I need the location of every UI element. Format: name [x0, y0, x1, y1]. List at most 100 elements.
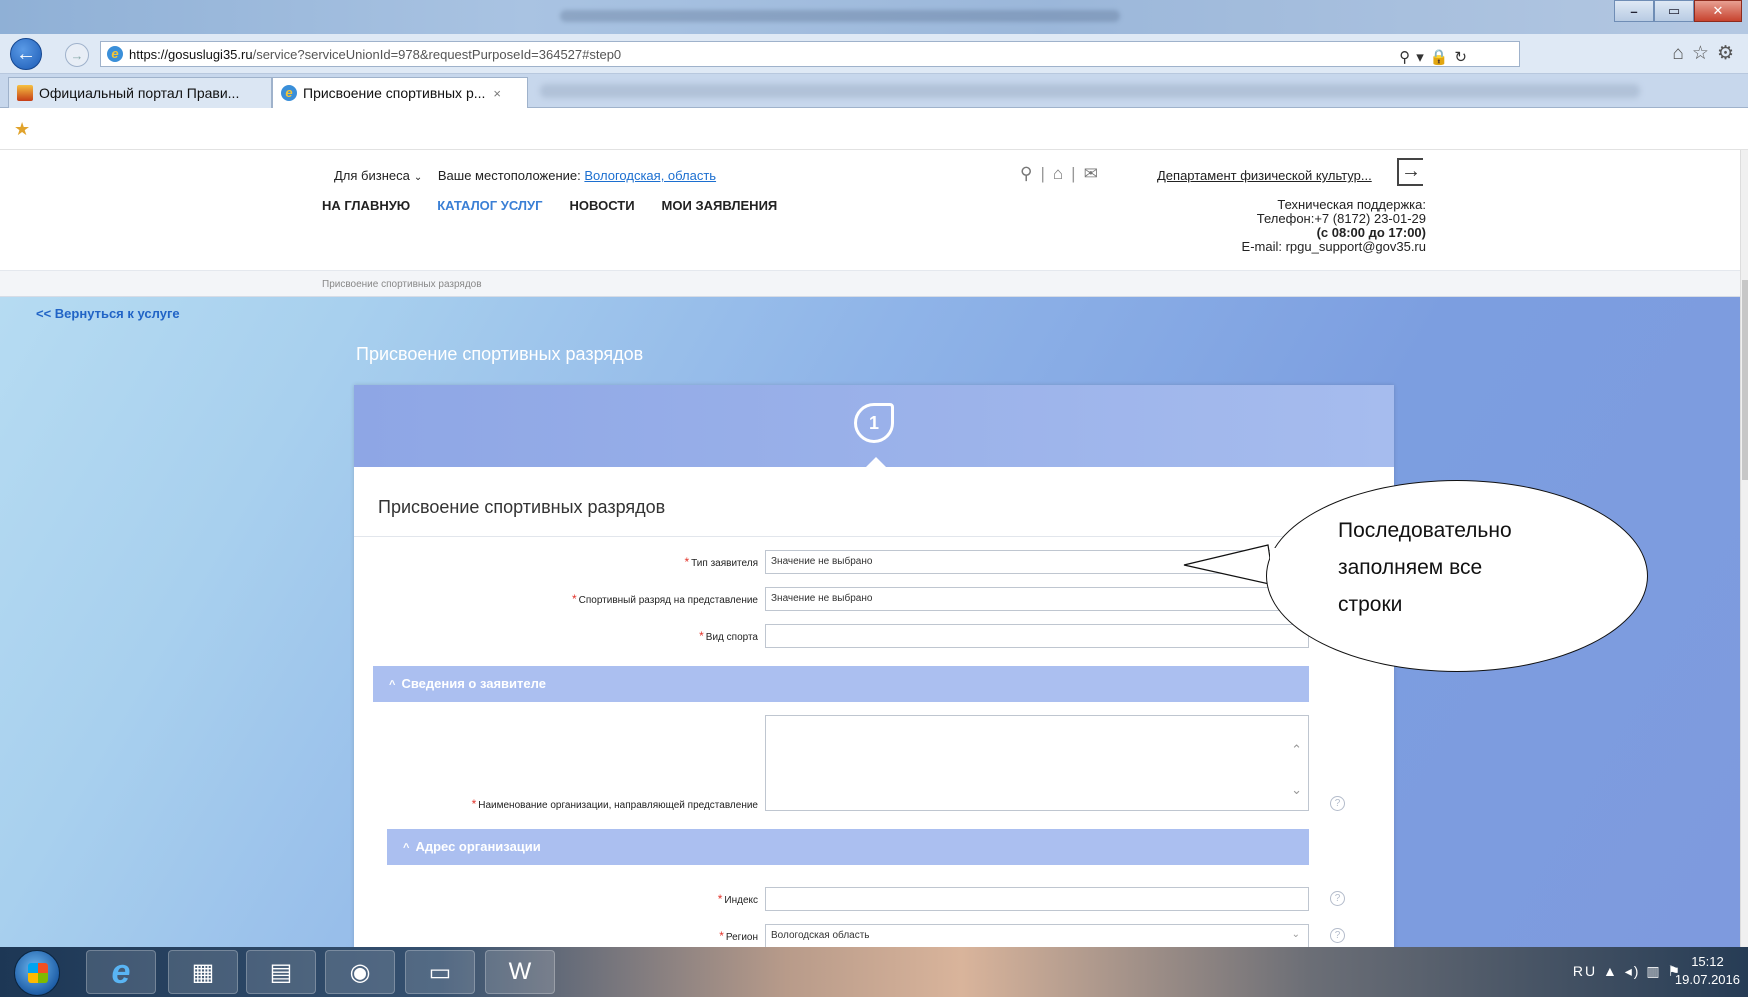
clock-date: 19.07.2016	[1674, 972, 1740, 987]
org-name-label: * Наименование организации, направляющей …	[471, 797, 758, 811]
tab-bar: Официальный портал Прави... e Присвоение…	[0, 74, 1748, 108]
breadcrumb-item[interactable]: Присвоение спортивных разрядов	[322, 279, 482, 290]
window-controls: – ▭ ✕	[1614, 0, 1742, 22]
help-icon[interactable]: ?	[1330, 796, 1345, 811]
support-info: Техническая поддержка: Телефон:+7 (8172)…	[1150, 198, 1426, 254]
file-explorer-icon[interactable]: ▭	[405, 950, 475, 994]
internet-explorer-icon[interactable]: e	[86, 950, 156, 994]
blurred-toolbar-area	[540, 84, 1640, 98]
section-applicant-info[interactable]: ^ Сведения о заявителе	[373, 666, 1309, 702]
chevron-up-icon: ^	[403, 842, 410, 854]
required-mark: *	[684, 555, 690, 569]
required-mark: *	[471, 797, 477, 811]
region-select[interactable]: Вологодская область ⌄	[765, 924, 1309, 947]
tab-label: Присвоение спортивных р...	[303, 85, 486, 101]
sport-kind-input[interactable]	[765, 624, 1309, 648]
logout-icon[interactable]: →	[1397, 158, 1423, 186]
home-icon[interactable]: ⌂	[1053, 164, 1063, 183]
sport-rank-label: * Спортивный разряд на представление	[571, 592, 758, 606]
add-favorite-icon[interactable]: ★	[14, 119, 30, 140]
taskbar: e ▦ ▤ ◉ ▭ W RU ▲ ◂) ▥ ⚑ 15:12 19.07.2016	[0, 947, 1748, 997]
control-panel-icon[interactable]: ▦	[168, 950, 238, 994]
location-link[interactable]: Вологодская, область	[584, 168, 716, 183]
help-icon[interactable]: ?	[1330, 928, 1345, 943]
favorites-star-icon[interactable]: ☆	[1692, 43, 1717, 64]
scrollbar-thumb[interactable]	[1742, 280, 1748, 480]
close-window-button[interactable]: ✕	[1694, 0, 1742, 22]
word-icon[interactable]: W	[485, 950, 555, 994]
url-text: https://gosuslugi35.ru/service?serviceUn…	[129, 47, 622, 62]
navigation-bar: ← → e https://gosuslugi35.ru/service?ser…	[0, 34, 1748, 74]
coat-of-arms-icon	[17, 85, 33, 101]
department-link[interactable]: Департамент физической культур...	[1157, 168, 1372, 183]
applicant-type-select[interactable]: Значение не выбрано	[765, 550, 1309, 574]
step-pointer	[866, 457, 886, 467]
required-mark: *	[699, 629, 704, 643]
callout-line: Последовательно	[1338, 519, 1512, 542]
header-icons: ⚲ | ⌂ | ✉	[1020, 164, 1098, 183]
mail-icon[interactable]: ✉	[1084, 164, 1098, 183]
window-app-icon[interactable]: ▤	[246, 950, 316, 994]
chevron-down-icon: ⌄	[1291, 929, 1300, 940]
network-icon[interactable]: ▥	[1646, 963, 1661, 979]
location-label: Ваше местоположение:	[437, 168, 581, 183]
top-links: Для бизнеса ⌄ Ваше местоположение: Волого…	[334, 168, 716, 183]
textarea-scroll-arrows[interactable]: ⌃ ⌄	[1291, 730, 1302, 810]
tray-expand-icon[interactable]: ▲	[1603, 963, 1619, 979]
minimize-button[interactable]: –	[1614, 0, 1654, 22]
business-link[interactable]: Для бизнеса	[334, 168, 410, 183]
tab-sport-ranks[interactable]: e Присвоение спортивных р... ×	[272, 77, 528, 108]
address-tools[interactable]: ⚲▾🔒↻	[1399, 48, 1473, 66]
callout-line: строки	[1338, 593, 1403, 616]
volume-icon[interactable]: ◂)	[1625, 963, 1641, 979]
home-icon[interactable]: ⌂	[1672, 43, 1691, 64]
support-title: Техническая поддержка:	[1277, 197, 1426, 212]
menu-my-applications[interactable]: МОИ ЗАЯВЛЕНИЯ	[662, 198, 778, 213]
settings-gear-icon[interactable]: ⚙	[1717, 43, 1742, 64]
menu-news[interactable]: НОВОСТИ	[570, 198, 635, 213]
language-indicator[interactable]: RU	[1573, 963, 1597, 979]
form-card: 1 Присвоение спортивных разрядов * Тип за…	[354, 385, 1394, 947]
select-value: Вологодская область	[771, 930, 870, 941]
page-title: Присвоение спортивных разрядов	[356, 344, 644, 364]
start-button[interactable]	[14, 950, 60, 996]
back-to-service-link[interactable]: << Вернуться к услуге	[36, 306, 180, 321]
org-name-textarea[interactable]: ⌃ ⌄	[765, 715, 1309, 811]
divider	[354, 536, 1314, 537]
search-icon[interactable]: ⚲	[1020, 164, 1032, 183]
select-value: Значение не выбрано	[771, 556, 873, 567]
close-tab-icon[interactable]: ×	[493, 86, 501, 101]
region-label: * Регион	[719, 929, 758, 943]
firefox-icon[interactable]: ◉	[325, 950, 395, 994]
page-scrollbar[interactable]	[1740, 150, 1748, 947]
clock[interactable]: 15:12 19.07.2016	[1675, 953, 1740, 989]
support-hours: (с 08:00 до 17:00)	[1316, 225, 1426, 240]
sport-kind-label: * Вид спорта	[699, 629, 758, 643]
required-mark: *	[719, 929, 724, 943]
help-icon[interactable]: ?	[1330, 891, 1345, 906]
menu-home[interactable]: НА ГЛАВНУЮ	[322, 198, 410, 213]
back-button[interactable]: ←	[10, 38, 42, 70]
forward-button[interactable]: →	[65, 43, 89, 67]
required-mark: *	[717, 892, 723, 906]
blurred-window-title	[560, 10, 1120, 22]
applicant-type-label: * Тип заявителя	[684, 555, 758, 569]
window-titlebar: – ▭ ✕	[0, 0, 1748, 34]
chevron-up-icon: ^	[389, 679, 396, 691]
site-header: Для бизнеса ⌄ Ваше местоположение: Волого…	[0, 150, 1740, 271]
form-title: Присвоение спортивных разрядов	[378, 497, 666, 517]
maximize-button[interactable]: ▭	[1654, 0, 1694, 22]
address-bar[interactable]: e https://gosuslugi35.ru/service?service…	[100, 41, 1520, 67]
menu-catalog[interactable]: КАТАЛОГ УСЛУГ	[437, 198, 542, 213]
breadcrumb: Присвоение спортивных разрядов	[0, 271, 1740, 297]
browser-toolbar-icons: ⌂☆⚙	[1672, 42, 1742, 65]
tab-official-portal[interactable]: Официальный портал Прави...	[8, 77, 272, 108]
tab-label: Официальный портал Прави...	[39, 85, 240, 101]
index-input[interactable]	[765, 887, 1309, 911]
section-org-address[interactable]: ^ Адрес организации	[387, 829, 1309, 865]
ie-page-icon: e	[107, 46, 123, 62]
clock-time: 15:12	[1691, 954, 1724, 969]
ie-page-icon: e	[281, 85, 297, 101]
sport-rank-select[interactable]: Значение не выбрано	[765, 587, 1309, 611]
chevron-down-icon[interactable]: ⌄	[414, 172, 422, 183]
